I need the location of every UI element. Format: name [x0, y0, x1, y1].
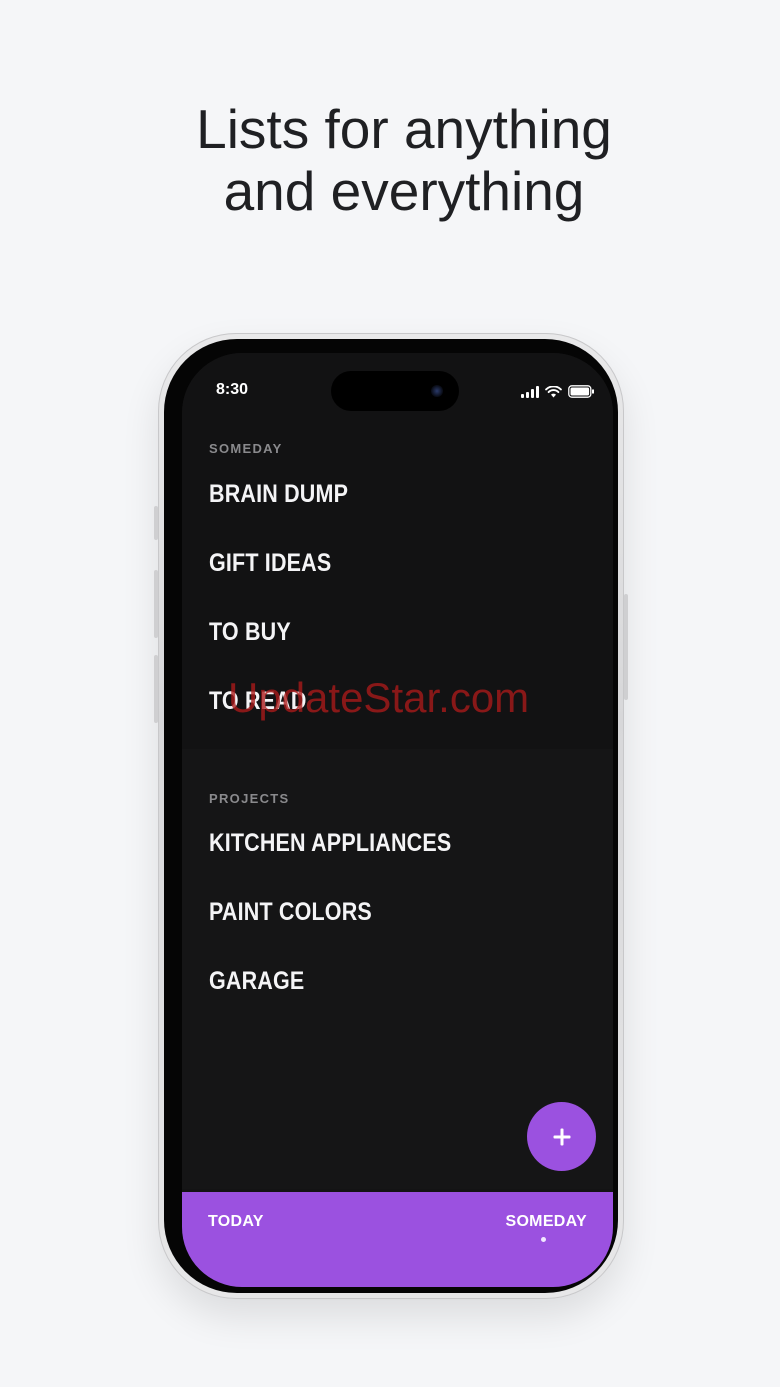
headline-line-2: and everything [223, 160, 585, 222]
phone-bezel: SOMEDAY BRAIN DUMP GIFT IDEAS TO BUY TO … [164, 339, 618, 1293]
list-item-gift-ideas[interactable]: GIFT IDEAS [209, 549, 331, 578]
tab-someday[interactable]: SOMEDAY [505, 1213, 587, 1231]
camera-icon [431, 385, 443, 397]
headline: Lists for anything and everything [0, 98, 780, 222]
status-time: 8:30 [216, 381, 249, 398]
add-list-button[interactable] [527, 1102, 596, 1171]
list-item-kitchen-appliances[interactable]: KITCHEN APPLIANCES [209, 829, 451, 858]
plus-icon [553, 1128, 570, 1145]
wifi-icon [545, 385, 562, 397]
power-button [624, 594, 628, 700]
phone-frame: SOMEDAY BRAIN DUMP GIFT IDEAS TO BUY TO … [154, 333, 628, 1299]
section-label-someday: SOMEDAY [209, 441, 283, 456]
volume-up-button [154, 570, 158, 638]
list-item-paint-colors[interactable]: PAINT COLORS [209, 898, 372, 927]
dynamic-island [331, 371, 459, 411]
active-tab-indicator [541, 1237, 546, 1242]
list-item-to-buy[interactable]: TO BUY [209, 618, 291, 647]
list-item-brain-dump[interactable]: BRAIN DUMP [209, 480, 348, 509]
watermark: UpdateStar.com [228, 674, 530, 721]
headline-line-1: Lists for anything [196, 98, 612, 160]
list-item-garage[interactable]: GARAGE [209, 967, 304, 996]
status-icons [521, 385, 595, 398]
volume-down-button [154, 655, 158, 723]
action-button [154, 506, 158, 540]
bottom-nav: TODAY SOMEDAY [182, 1192, 613, 1287]
tab-today[interactable]: TODAY [208, 1213, 264, 1231]
section-label-projects: PROJECTS [209, 791, 290, 806]
app-screen: SOMEDAY BRAIN DUMP GIFT IDEAS TO BUY TO … [182, 353, 613, 1287]
cellular-signal-icon [521, 385, 539, 398]
battery-icon [568, 385, 594, 398]
